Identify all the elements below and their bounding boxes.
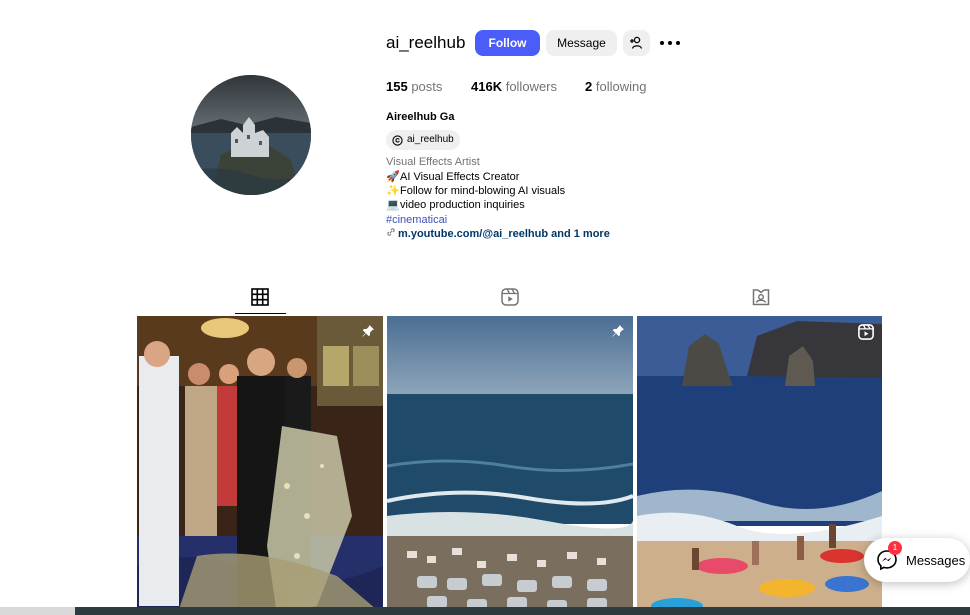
profile-external-link[interactable]: m.youtube.com/@ai_reelhub and 1 more xyxy=(386,227,610,241)
following-stat[interactable]: 2 following xyxy=(585,79,646,95)
follow-button[interactable]: Follow xyxy=(475,30,540,56)
messages-label: Messages xyxy=(906,552,966,568)
bio-line: 💻video production inquiries xyxy=(386,198,525,212)
link-text: m.youtube.com/@ai_reelhub and 1 more xyxy=(398,228,610,240)
active-tab-indicator xyxy=(235,313,286,314)
reel-icon xyxy=(858,324,874,340)
link-icon xyxy=(386,227,398,241)
bio-hashtag-link[interactable]: #cinematicai xyxy=(386,213,447,227)
profile-full-name: Aireelhub Ga xyxy=(386,111,455,123)
bio-line-text: video production inquiries xyxy=(400,199,525,211)
following-label: following xyxy=(595,79,647,94)
messenger-icon: 1 xyxy=(876,541,902,571)
bio-line-text: Follow for mind-blowing AI visuals xyxy=(400,185,566,197)
rocket-icon: 🚀 xyxy=(386,171,400,183)
threads-icon xyxy=(392,134,403,146)
bottom-taskbar-strip xyxy=(0,607,970,615)
posts-count: 155 xyxy=(386,79,408,94)
post-tile-3[interactable] xyxy=(637,316,882,615)
bio-line: 🚀AI Visual Effects Creator xyxy=(386,170,519,184)
followers-label: followers xyxy=(505,79,557,94)
tab-reels[interactable] xyxy=(501,288,521,308)
followers-stat[interactable]: 416K followers xyxy=(471,79,557,95)
more-horizontal-icon xyxy=(660,41,664,45)
person-add-icon xyxy=(630,36,643,49)
tagged-icon xyxy=(752,289,770,306)
suggest-accounts-button[interactable] xyxy=(623,30,650,56)
pin-icon xyxy=(612,325,624,337)
threads-badge[interactable]: ai_reelhub xyxy=(386,130,460,150)
laptop-icon: 💻 xyxy=(386,199,400,211)
message-button[interactable]: Message xyxy=(546,30,617,56)
tab-posts[interactable] xyxy=(251,288,271,308)
profile-avatar[interactable] xyxy=(191,75,311,195)
bottom-corner-thumbnail xyxy=(0,607,75,615)
posts-label: posts xyxy=(411,79,443,94)
reels-icon xyxy=(501,288,519,306)
messages-button[interactable]: 1 Messages xyxy=(864,538,970,582)
profile-category: Visual Effects Artist xyxy=(386,156,480,168)
more-dot xyxy=(676,41,680,45)
pin-icon xyxy=(362,325,374,337)
post-tile-1[interactable] xyxy=(137,316,383,615)
sparkles-icon: ✨ xyxy=(386,185,400,197)
grid-icon xyxy=(251,288,269,306)
post-tile-2[interactable] xyxy=(387,316,633,615)
tab-tagged[interactable] xyxy=(752,288,772,308)
posts-stat: 155 posts xyxy=(386,79,442,95)
following-count: 2 xyxy=(585,79,593,94)
followers-count: 416K xyxy=(471,79,503,94)
messages-unread-badge: 1 xyxy=(888,541,902,555)
threads-handle: ai_reelhub xyxy=(407,134,454,145)
more-options-button[interactable] xyxy=(660,36,680,50)
bio-line-text: AI Visual Effects Creator xyxy=(400,171,520,183)
profile-username: ai_reelhub xyxy=(386,33,466,52)
more-dot xyxy=(668,41,672,45)
bio-line: ✨Follow for mind-blowing AI visuals xyxy=(386,184,565,198)
